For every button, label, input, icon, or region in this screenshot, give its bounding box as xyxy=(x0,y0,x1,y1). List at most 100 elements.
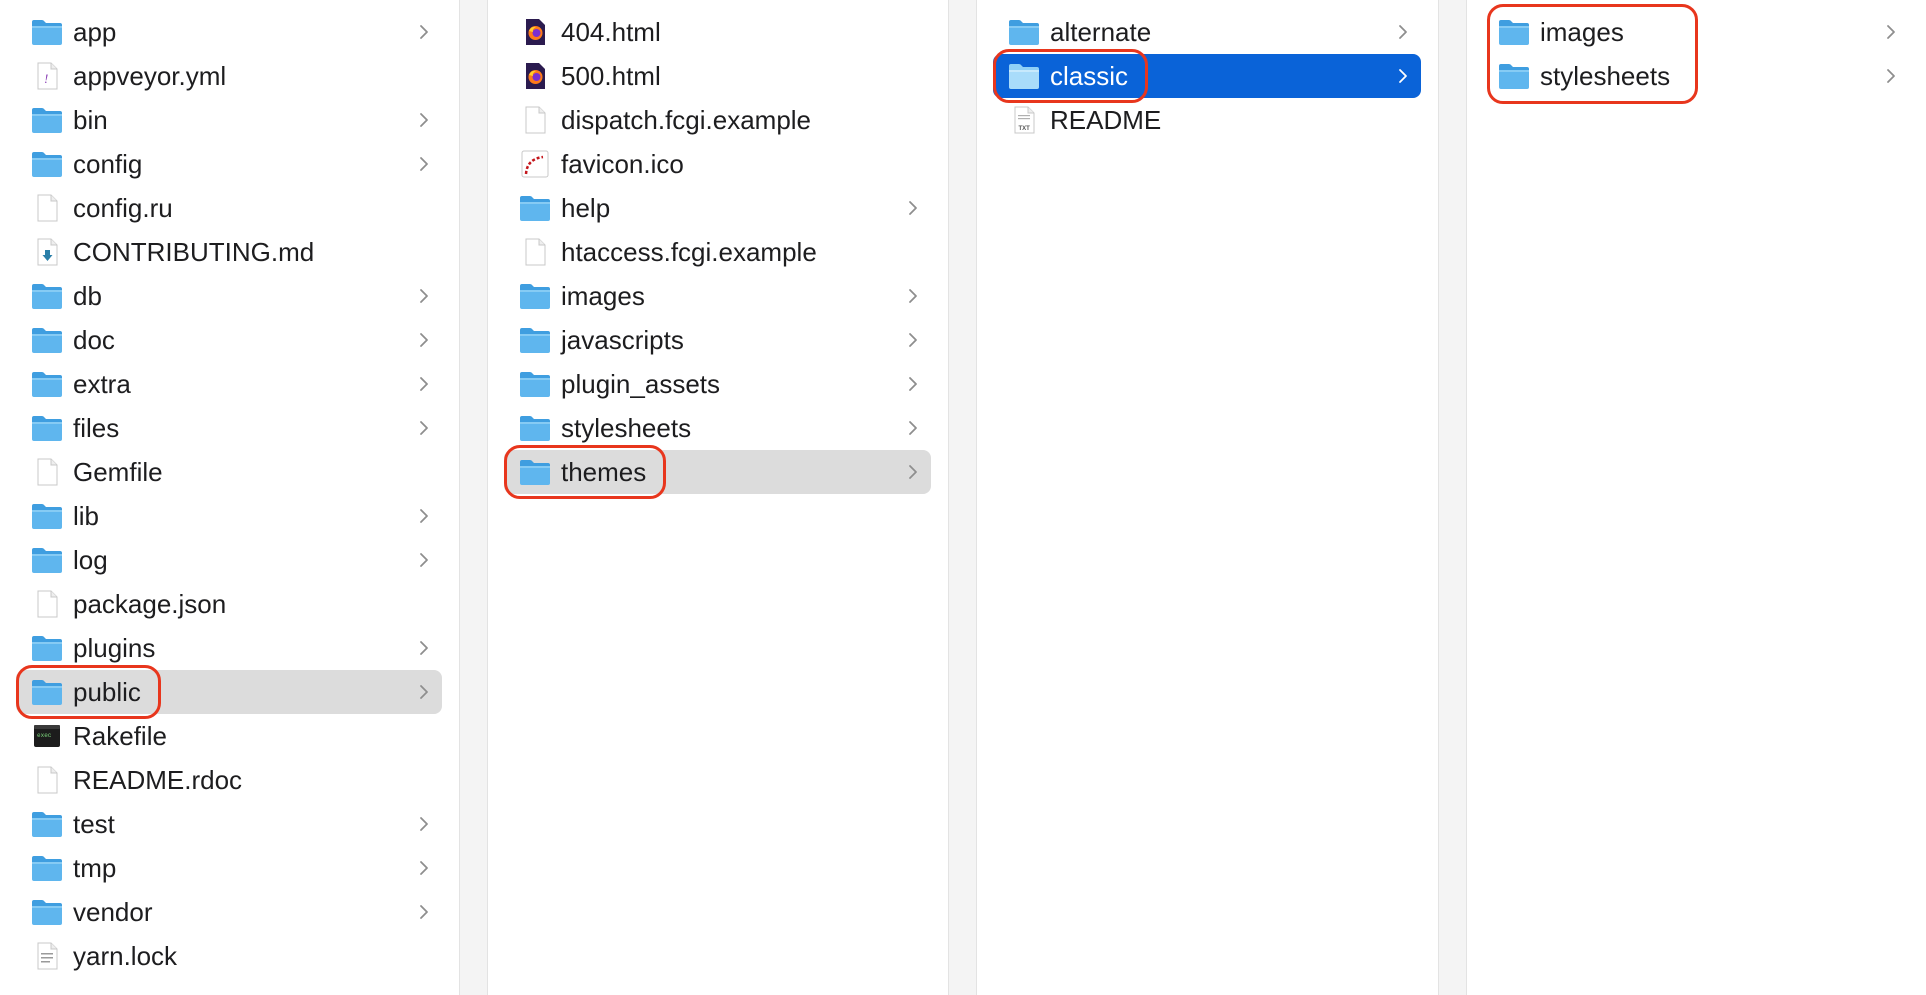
folder-icon xyxy=(31,106,63,134)
file-row-files[interactable]: files xyxy=(16,406,442,450)
chevron-right-icon xyxy=(416,507,432,525)
file-row-stylesheets[interactable]: stylesheets xyxy=(1483,54,1909,98)
file-row-readme-rdoc[interactable]: README.rdoc xyxy=(16,758,442,802)
file-name: config xyxy=(73,149,143,179)
file-name: package.json xyxy=(73,589,227,619)
folder-icon xyxy=(31,282,63,310)
file-row-doc[interactable]: doc xyxy=(16,318,442,362)
file-row-images[interactable]: images xyxy=(1483,10,1909,54)
file-name: favicon.ico xyxy=(561,149,684,179)
txt-file-icon: TXT xyxy=(1008,106,1040,134)
chevron-right-icon xyxy=(905,419,921,437)
document-icon xyxy=(31,590,63,618)
chevron-right-icon xyxy=(416,903,432,921)
file-row-bin[interactable]: bin xyxy=(16,98,442,142)
file-row-test[interactable]: test xyxy=(16,802,442,846)
file-row-themes[interactable]: themes xyxy=(504,450,931,494)
chevron-right-icon xyxy=(416,859,432,877)
file-row-gemfile[interactable]: Gemfile xyxy=(16,450,442,494)
column-divider[interactable] xyxy=(459,0,488,995)
file-row-images[interactable]: images xyxy=(504,274,931,318)
file-name: themes xyxy=(561,457,647,487)
file-name: tmp xyxy=(73,853,117,883)
folder-icon xyxy=(31,370,63,398)
file-row-vendor[interactable]: vendor xyxy=(16,890,442,934)
chevron-right-icon xyxy=(416,155,432,173)
file-name: plugin_assets xyxy=(561,369,720,399)
chevron-right-icon xyxy=(416,551,432,569)
chevron-right-icon xyxy=(1395,23,1411,41)
file-name: classic xyxy=(1050,61,1129,91)
file-name: images xyxy=(561,281,645,311)
file-name: log xyxy=(73,545,108,575)
chevron-right-icon xyxy=(905,331,921,349)
chevron-right-icon xyxy=(416,23,432,41)
chevron-right-icon xyxy=(416,639,432,657)
file-row-stylesheets[interactable]: stylesheets xyxy=(504,406,931,450)
file-row-db[interactable]: db xyxy=(16,274,442,318)
folder-icon xyxy=(31,18,63,46)
svg-text:!: ! xyxy=(44,71,48,86)
file-row-extra[interactable]: extra xyxy=(16,362,442,406)
file-row-lib[interactable]: lib xyxy=(16,494,442,538)
markdown-file-icon xyxy=(31,238,63,266)
file-name: htaccess.fcgi.example xyxy=(561,237,817,267)
file-row-404-html[interactable]: 404.html xyxy=(504,10,931,54)
file-row-config-ru[interactable]: config.ru xyxy=(16,186,442,230)
file-row-public[interactable]: public xyxy=(16,670,442,714)
file-row-htaccess-fcgi-example[interactable]: htaccess.fcgi.example xyxy=(504,230,931,274)
file-name: stylesheets xyxy=(1540,61,1671,91)
column-root: app! appveyor.yml bin config config.ru CONTRI… xyxy=(0,0,459,995)
finder-column-browser: app! appveyor.yml bin config config.ru CONTRI… xyxy=(0,0,1926,995)
file-row-tmp[interactable]: tmp xyxy=(16,846,442,890)
file-name: plugins xyxy=(73,633,156,663)
folder-icon xyxy=(1008,18,1040,46)
file-name: help xyxy=(561,193,611,223)
file-name: test xyxy=(73,809,115,839)
file-row-app[interactable]: app xyxy=(16,10,442,54)
file-row-classic[interactable]: classic xyxy=(993,54,1421,98)
file-name: 404.html xyxy=(561,17,661,47)
file-row-appveyor-yml[interactable]: ! appveyor.yml xyxy=(16,54,442,98)
document-icon xyxy=(31,458,63,486)
file-name: appveyor.yml xyxy=(73,61,227,91)
folder-icon xyxy=(519,458,551,486)
file-row-rakefile[interactable]: exec Rakefile xyxy=(16,714,442,758)
file-row-javascripts[interactable]: javascripts xyxy=(504,318,931,362)
file-name: extra xyxy=(73,369,131,399)
file-row-500-html[interactable]: 500.html xyxy=(504,54,931,98)
firefox-html-icon xyxy=(519,62,551,90)
file-row-readme[interactable]: TXT README xyxy=(993,98,1421,142)
file-row-log[interactable]: log xyxy=(16,538,442,582)
document-icon xyxy=(31,766,63,794)
chevron-right-icon xyxy=(416,375,432,393)
column-divider[interactable] xyxy=(1438,0,1467,995)
file-name: bin xyxy=(73,105,108,135)
file-row-package-json[interactable]: package.json xyxy=(16,582,442,626)
file-name: config.ru xyxy=(73,193,173,223)
file-row-plugin-assets[interactable]: plugin_assets xyxy=(504,362,931,406)
file-name: vendor xyxy=(73,897,153,927)
folder-icon xyxy=(1498,62,1530,90)
file-row-help[interactable]: help xyxy=(504,186,931,230)
file-row-dispatch-fcgi-example[interactable]: dispatch.fcgi.example xyxy=(504,98,931,142)
file-row-favicon-ico[interactable]: favicon.ico xyxy=(504,142,931,186)
column-themes: alternate classic TXT README xyxy=(977,0,1438,995)
chevron-right-icon xyxy=(1883,23,1899,41)
file-name: dispatch.fcgi.example xyxy=(561,105,812,135)
folder-icon xyxy=(31,634,63,662)
chevron-right-icon xyxy=(416,683,432,701)
file-name: README.rdoc xyxy=(73,765,243,795)
file-name: stylesheets xyxy=(561,413,692,443)
file-name: Rakefile xyxy=(73,721,167,751)
folder-icon xyxy=(31,898,63,926)
file-name: app xyxy=(73,17,117,47)
text-file-icon xyxy=(31,942,63,970)
file-row-config[interactable]: config xyxy=(16,142,442,186)
chevron-right-icon xyxy=(416,419,432,437)
file-row-plugins[interactable]: plugins xyxy=(16,626,442,670)
file-row-yarn-lock[interactable]: yarn.lock xyxy=(16,934,442,978)
file-row-contributing-md[interactable]: CONTRIBUTING.md xyxy=(16,230,442,274)
column-divider[interactable] xyxy=(948,0,977,995)
file-row-alternate[interactable]: alternate xyxy=(993,10,1421,54)
